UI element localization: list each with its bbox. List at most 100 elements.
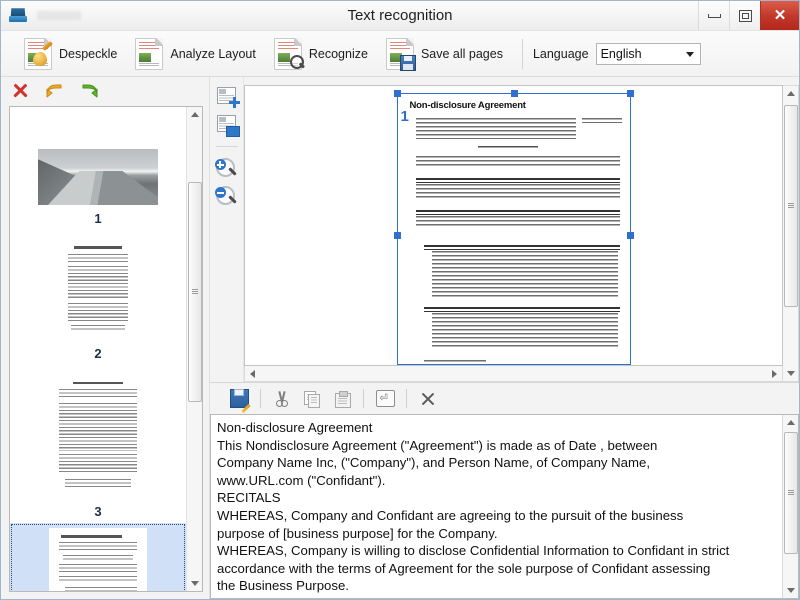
- page-thumbnails-list[interactable]: 1 2: [9, 106, 203, 592]
- image-vertical-scrollbar[interactable]: [783, 85, 799, 382]
- scrollbar-track[interactable]: [783, 430, 798, 583]
- list-item[interactable]: 2: [10, 230, 186, 365]
- region-properties-button[interactable]: [214, 113, 240, 137]
- analyze-layout-label: Analyze Layout: [170, 47, 255, 61]
- window-title: Text recognition: [1, 7, 799, 24]
- list-item[interactable]: 3: [10, 365, 186, 523]
- image-preview-area: Non-disclosure Agreement 1: [210, 77, 799, 382]
- title-bar: Text recognition ✕: [1, 1, 799, 31]
- selection-handle-top-right[interactable]: [627, 90, 634, 97]
- save-all-pages-floppy-icon: [386, 38, 414, 70]
- recognized-text-content[interactable]: Non-disclosure Agreement This Nondisclos…: [211, 415, 782, 598]
- chevron-up-icon: [787, 91, 795, 96]
- scroll-up-button[interactable]: [783, 86, 798, 101]
- copy-button[interactable]: [297, 387, 327, 411]
- image-horizontal-scrollbar[interactable]: [244, 366, 783, 382]
- image-tools-toolbar: [210, 77, 244, 382]
- despeckle-button[interactable]: Despeckle: [15, 35, 126, 73]
- scrollbar-track[interactable]: [187, 122, 202, 576]
- chevron-down-icon: [787, 588, 795, 593]
- selection-handle-middle-right[interactable]: [627, 232, 634, 239]
- save-icon: [230, 389, 249, 408]
- text-vertical-scrollbar[interactable]: [782, 415, 798, 598]
- scanner-icon: [7, 5, 29, 27]
- language-select[interactable]: English: [596, 43, 701, 65]
- chevron-up-icon: [191, 112, 199, 117]
- scrollbar-track[interactable]: [783, 101, 798, 366]
- scroll-right-button[interactable]: [767, 367, 782, 380]
- close-button[interactable]: ✕: [760, 1, 799, 30]
- scrollbar-thumb[interactable]: [784, 432, 798, 554]
- scroll-down-button[interactable]: [783, 366, 798, 381]
- tool-separator: [216, 146, 238, 147]
- scroll-up-button[interactable]: [783, 415, 798, 430]
- chevron-down-icon: [686, 52, 694, 57]
- region-selection-box[interactable]: [397, 93, 631, 365]
- close-icon: ✕: [774, 8, 787, 23]
- rotate-left-button[interactable]: [45, 82, 67, 102]
- cut-button[interactable]: [267, 387, 297, 411]
- chevron-left-icon: [250, 370, 255, 378]
- scroll-down-button[interactable]: [187, 576, 202, 591]
- chevron-right-icon: [772, 370, 777, 378]
- save-text-button[interactable]: [224, 387, 254, 411]
- text-toolbar: ⏎: [210, 383, 799, 414]
- chevron-down-icon: [191, 581, 199, 586]
- document-image-view[interactable]: Non-disclosure Agreement 1: [244, 85, 783, 366]
- page-thumbnail-text-selected: [49, 528, 147, 591]
- add-region-button[interactable]: [214, 85, 240, 109]
- text-output-box[interactable]: Non-disclosure Agreement This Nondisclos…: [210, 414, 799, 599]
- despeckle-brush-icon: [24, 38, 52, 70]
- paste-button[interactable]: [327, 387, 357, 411]
- recognize-button[interactable]: Recognize: [265, 35, 377, 73]
- selection-handle-middle-left[interactable]: [394, 232, 401, 239]
- zoom-in-button[interactable]: [214, 156, 240, 180]
- scroll-down-button[interactable]: [783, 583, 798, 598]
- despeckle-label: Despeckle: [59, 47, 117, 61]
- thumbnails-scroll-area: 1 2: [10, 107, 186, 591]
- text-toolbar-separator: [363, 389, 364, 408]
- scroll-up-button[interactable]: [187, 107, 202, 122]
- save-all-pages-button[interactable]: Save all pages: [377, 35, 512, 73]
- pages-pane: 1 2: [1, 77, 210, 599]
- analyze-layout-icon: [135, 38, 163, 70]
- return-arrow-icon: ⏎: [376, 390, 395, 407]
- page-number: 3: [94, 504, 101, 519]
- hscrollbar-track[interactable]: [260, 367, 767, 380]
- clear-text-button[interactable]: [413, 387, 443, 411]
- page-thumbnail-text: [60, 240, 136, 340]
- list-item[interactable]: 1: [10, 107, 186, 230]
- document-page[interactable]: Non-disclosure Agreement 1: [392, 88, 636, 365]
- maximize-button[interactable]: [729, 1, 760, 30]
- toolbar-separator: [522, 39, 523, 69]
- minimize-button[interactable]: [698, 1, 729, 30]
- analyze-layout-button[interactable]: Analyze Layout: [126, 35, 264, 73]
- chevron-up-icon: [787, 420, 795, 425]
- scroll-left-button[interactable]: [245, 367, 260, 380]
- page-number: 1: [94, 211, 101, 226]
- page-thumbnail-photo: [38, 149, 158, 205]
- app-name-blurred: [37, 11, 81, 20]
- recognized-text-panel: ⏎ Non-disclosure Agreement This Nondiscl…: [210, 382, 799, 599]
- selection-handle-top-center[interactable]: [511, 90, 518, 97]
- delete-page-button[interactable]: [11, 82, 33, 102]
- thumbnails-scrollbar[interactable]: [186, 107, 202, 591]
- recognize-magnifier-icon: [274, 38, 302, 70]
- rotate-right-button[interactable]: [79, 82, 101, 102]
- chevron-down-icon: [787, 371, 795, 376]
- word-wrap-button[interactable]: ⏎: [370, 387, 400, 411]
- paste-icon: [335, 391, 350, 407]
- image-view-wrapper: Non-disclosure Agreement 1: [244, 77, 783, 382]
- selection-handle-top-left[interactable]: [394, 90, 401, 97]
- main-body: 1 2: [1, 77, 799, 599]
- zoom-out-button[interactable]: [214, 184, 240, 208]
- x-icon: [420, 391, 436, 407]
- scrollbar-thumb[interactable]: [188, 182, 202, 402]
- language-value: English: [601, 47, 642, 61]
- recognize-label: Recognize: [309, 47, 368, 61]
- scrollbar-thumb[interactable]: [784, 105, 798, 307]
- scissors-icon: [274, 391, 290, 407]
- maximize-icon: [739, 10, 752, 22]
- list-item[interactable]: 4: [10, 523, 186, 591]
- block-badge-icon: [226, 126, 240, 137]
